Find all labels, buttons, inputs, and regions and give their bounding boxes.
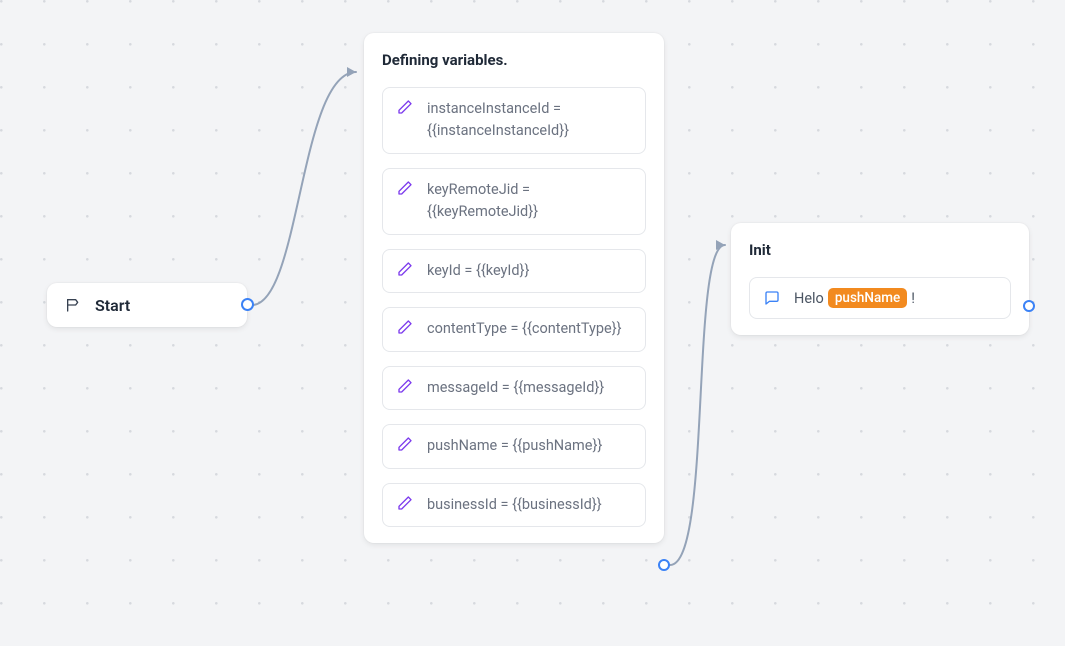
chat-icon	[764, 290, 780, 306]
variable-item[interactable]: instanceInstanceId = {{instanceInstanceI…	[382, 87, 646, 154]
start-node[interactable]: Start	[47, 283, 247, 327]
variables-out-port[interactable]	[658, 559, 670, 571]
pencil-icon	[397, 99, 413, 115]
variable-text: contentType = {{contentType}}	[427, 320, 622, 337]
variable-item[interactable]: keyId = {{keyId}}	[382, 249, 646, 293]
variable-item[interactable]: pushName = {{pushName}}	[382, 424, 646, 468]
pencil-icon	[397, 261, 413, 277]
pencil-icon	[397, 495, 413, 511]
message-item[interactable]: Helo pushName !	[749, 277, 1011, 319]
init-out-port[interactable]	[1023, 300, 1035, 312]
pencil-icon	[397, 378, 413, 394]
variable-tag: pushName	[828, 288, 907, 308]
variables-node[interactable]: Defining variables. instanceInstanceId =…	[364, 33, 664, 543]
init-title: Init	[749, 241, 1011, 259]
start-label: Start	[95, 296, 130, 315]
variable-item[interactable]: keyRemoteJid = {{keyRemoteJid}}	[382, 168, 646, 235]
message-prefix: Helo	[794, 290, 824, 307]
variable-item[interactable]: businessId = {{businessId}}	[382, 483, 646, 527]
pencil-icon	[397, 436, 413, 452]
variable-text: keyRemoteJid = {{keyRemoteJid}}	[427, 181, 538, 220]
variable-text: businessId = {{businessId}}	[427, 496, 602, 513]
pencil-icon	[397, 180, 413, 196]
variable-text: keyId = {{keyId}}	[427, 262, 529, 279]
init-node[interactable]: Init Helo pushName !	[731, 223, 1029, 335]
variable-text: pushName = {{pushName}}	[427, 437, 602, 454]
message-suffix: !	[911, 290, 915, 307]
variables-title: Defining variables.	[382, 51, 646, 69]
start-out-port[interactable]	[241, 298, 254, 311]
variable-text: messageId = {{messageId}}	[427, 379, 604, 396]
pencil-icon	[397, 319, 413, 335]
variable-item[interactable]: contentType = {{contentType}}	[382, 307, 646, 351]
variable-text: instanceInstanceId = {{instanceInstanceI…	[427, 100, 569, 139]
variable-item[interactable]: messageId = {{messageId}}	[382, 366, 646, 410]
flag-icon	[65, 297, 81, 313]
